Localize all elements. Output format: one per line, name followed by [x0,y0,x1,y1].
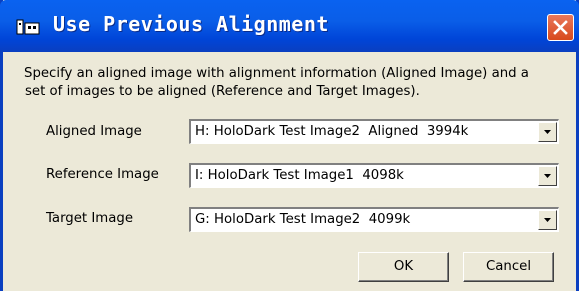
target-image-select[interactable]: G: HoloDark Test Image2 4099k [189,207,559,232]
dialog-window: Use Previous Alignment Specify an aligne… [0,0,579,291]
reference-image-select[interactable]: I: HoloDark Test Image1 4098k [189,163,559,188]
instructions-text: Specify an aligned image with alignment … [24,65,576,101]
window-title: Use Previous Alignment [53,12,329,36]
close-button[interactable] [547,14,574,41]
instructions-line-2: set of images to be aligned (Reference a… [25,84,420,99]
title-bar[interactable]: Use Previous Alignment [0,0,579,52]
chevron-down-icon [544,218,551,222]
aligned-image-select[interactable]: H: HoloDark Test Image2 Aligned 3994k [189,119,559,144]
instructions-line-1: Specify an aligned image with alignment … [24,66,529,81]
close-icon [553,20,568,35]
target-image-value: G: HoloDark Test Image2 4099k [195,212,411,227]
target-image-label: Target Image [46,211,134,226]
reference-image-label: Reference Image [46,167,159,182]
aligned-image-label: Aligned Image [46,124,142,139]
target-image-dropdown-button[interactable] [538,210,557,230]
dialog-app-icon [16,18,40,36]
reference-image-value: I: HoloDark Test Image1 4098k [195,168,404,183]
aligned-image-value: H: HoloDark Test Image2 Aligned 3994k [195,124,469,139]
ok-button[interactable]: OK [358,252,449,282]
aligned-image-dropdown-button[interactable] [538,122,557,142]
chevron-down-icon [544,174,551,178]
cancel-button[interactable]: Cancel [463,252,554,282]
reference-image-dropdown-button[interactable] [538,166,557,186]
chevron-down-icon [544,130,551,134]
